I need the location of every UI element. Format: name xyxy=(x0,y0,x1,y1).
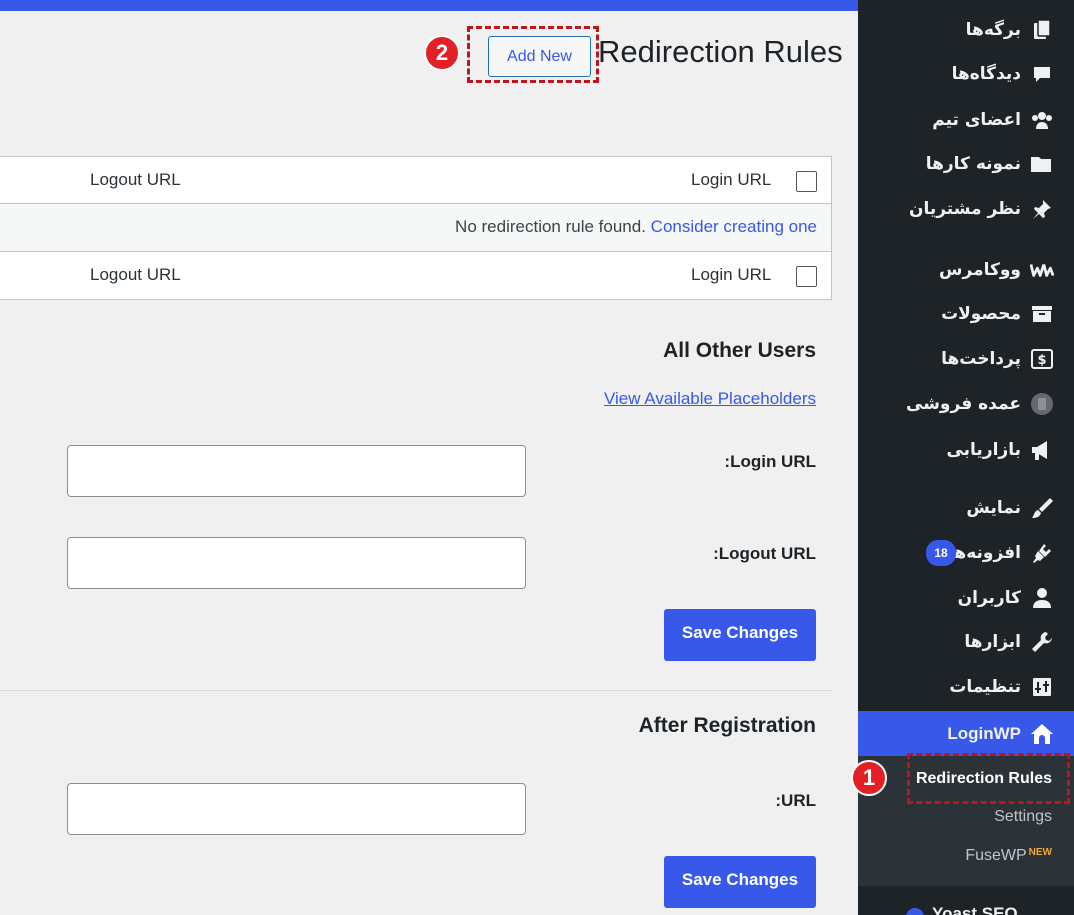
team-icon xyxy=(1030,108,1054,132)
select-all-checkbox[interactable] xyxy=(796,171,817,192)
sidebar-label: ووکامرس xyxy=(939,260,1021,280)
redirection-rules-highlight-box xyxy=(907,753,1070,804)
new-badge: NEW xyxy=(1028,847,1052,858)
sidebar-label: عمده فروشی xyxy=(906,394,1021,414)
sidebar-label: نمایش xyxy=(966,498,1021,518)
save-changes-button[interactable]: Save Changes xyxy=(664,609,816,661)
table-empty-row: No redirection rule found. Consider crea… xyxy=(0,204,831,252)
add-new-highlight-box xyxy=(467,26,599,83)
section-divider xyxy=(0,690,832,691)
sidebar-label: محصولات xyxy=(941,304,1021,324)
plugin-update-count-badge: 18 xyxy=(926,540,956,566)
empty-message-text: No redirection rule found. xyxy=(455,217,646,236)
consider-creating-link[interactable]: Consider creating one xyxy=(651,217,817,236)
user-icon xyxy=(1030,586,1054,610)
brush-icon xyxy=(1030,496,1054,520)
view-placeholders-link[interactable]: View Available Placeholders xyxy=(604,389,816,409)
sidebar-item-woocommerce[interactable]: ووکامرس xyxy=(858,250,1074,290)
sidebar-item-tools[interactable]: ابزارها xyxy=(858,622,1074,662)
after-registration-title: After Registration xyxy=(638,714,816,737)
sidebar-label: نظر مشتریان xyxy=(908,199,1021,219)
table-header-row: Login URL Logout URL xyxy=(0,157,831,204)
empty-message: No redirection rule found. Consider crea… xyxy=(455,217,817,237)
submenu-fusewp[interactable]: FuseWP NEW xyxy=(965,847,1052,865)
sidebar-item-team[interactable]: اعضای تیم xyxy=(858,100,1074,140)
redirection-rules-table: Login URL Logout URL No redirection rule… xyxy=(0,156,832,300)
sidebar-item-comments[interactable]: دیدگاه‌ها xyxy=(858,54,1074,94)
archive-icon xyxy=(1030,302,1054,326)
fusewp-label: FuseWP xyxy=(965,847,1027,864)
column-logout-url-footer[interactable]: Logout URL xyxy=(90,265,181,285)
pin-icon xyxy=(1030,197,1054,221)
sidebar-label: LoginWP xyxy=(947,723,1021,743)
table-footer-row: Login URL Logout URL xyxy=(0,252,831,299)
sidebar-item-testimonials[interactable]: نظر مشتریان xyxy=(858,189,1074,229)
sidebar-label: پرداخت‌ها xyxy=(941,349,1021,369)
sidebar-item-pages[interactable]: برگه‌ها xyxy=(858,10,1074,50)
admin-top-accent-bar xyxy=(0,0,858,11)
home-icon xyxy=(1030,722,1054,746)
payments-icon: $ xyxy=(1030,347,1054,371)
all-other-users-title: All Other Users xyxy=(663,339,816,362)
megaphone-icon xyxy=(1030,438,1054,462)
login-url-input[interactable] xyxy=(67,445,526,497)
column-logout-url[interactable]: Logout URL xyxy=(90,170,181,190)
submenu-settings[interactable]: Settings xyxy=(994,808,1052,826)
sidebar-item-loginwp[interactable]: LoginWP xyxy=(858,711,1074,756)
settings-icon xyxy=(1030,675,1054,699)
sidebar-item-settings[interactable]: تنظیمات xyxy=(858,667,1074,707)
svg-text:$: $ xyxy=(1037,353,1046,368)
wholesale-icon xyxy=(1030,392,1054,416)
sidebar-item-products[interactable]: محصولات xyxy=(858,294,1074,334)
sidebar-label: برگه‌ها xyxy=(965,20,1021,40)
sidebar-label: کاربران xyxy=(957,588,1021,608)
portfolio-icon xyxy=(1030,152,1054,176)
sidebar-label: اعضای تیم xyxy=(932,110,1021,130)
registration-url-input[interactable] xyxy=(67,783,526,835)
registration-url-label: URL: xyxy=(775,791,816,810)
sidebar-item-users[interactable]: کاربران xyxy=(858,578,1074,618)
column-login-url-footer[interactable]: Login URL xyxy=(691,265,771,285)
sidebar-label: Yoast SEO xyxy=(932,904,1018,915)
sidebar-item-portfolio[interactable]: نمونه کارها xyxy=(858,144,1074,184)
sidebar-item-payments[interactable]: $ پرداخت‌ها xyxy=(858,339,1074,379)
save-changes-registration-button[interactable]: Save Changes xyxy=(664,856,816,908)
page-title: Redirection Rules xyxy=(598,34,843,69)
seo-icon xyxy=(906,908,924,915)
pages-icon xyxy=(1030,18,1054,42)
sidebar-label: ابزارها xyxy=(964,632,1021,652)
plugin-icon xyxy=(1030,541,1054,565)
sidebar-label: بازاریابی xyxy=(946,440,1021,460)
comments-icon xyxy=(1030,62,1054,86)
login-url-label: Login URL: xyxy=(724,452,816,471)
sidebar-item-plugins[interactable]: افزونه‌ها 18 xyxy=(858,533,1074,573)
sidebar-item-seo[interactable]: Yoast SEO xyxy=(858,888,1074,915)
logout-url-label: Logout URL: xyxy=(713,544,816,563)
step-1-marker: 1 xyxy=(851,760,887,796)
sidebar-label: دیدگاه‌ها xyxy=(951,64,1021,84)
step-2-marker: 2 xyxy=(424,35,460,71)
sidebar-item-wholesale[interactable]: عمده فروشی xyxy=(858,384,1074,424)
woocommerce-icon xyxy=(1030,258,1054,282)
sidebar-label: تنظیمات xyxy=(949,677,1021,697)
wrench-icon xyxy=(1030,630,1054,654)
column-login-url[interactable]: Login URL xyxy=(691,170,771,190)
sidebar-item-marketing[interactable]: بازاریابی xyxy=(858,430,1074,470)
logout-url-input[interactable] xyxy=(67,537,526,589)
sidebar-label: نمونه کارها xyxy=(925,154,1021,174)
sidebar-label: افزونه‌ها xyxy=(948,543,1021,563)
select-all-checkbox-footer[interactable] xyxy=(796,266,817,287)
sidebar-item-appearance[interactable]: نمایش xyxy=(858,488,1074,528)
